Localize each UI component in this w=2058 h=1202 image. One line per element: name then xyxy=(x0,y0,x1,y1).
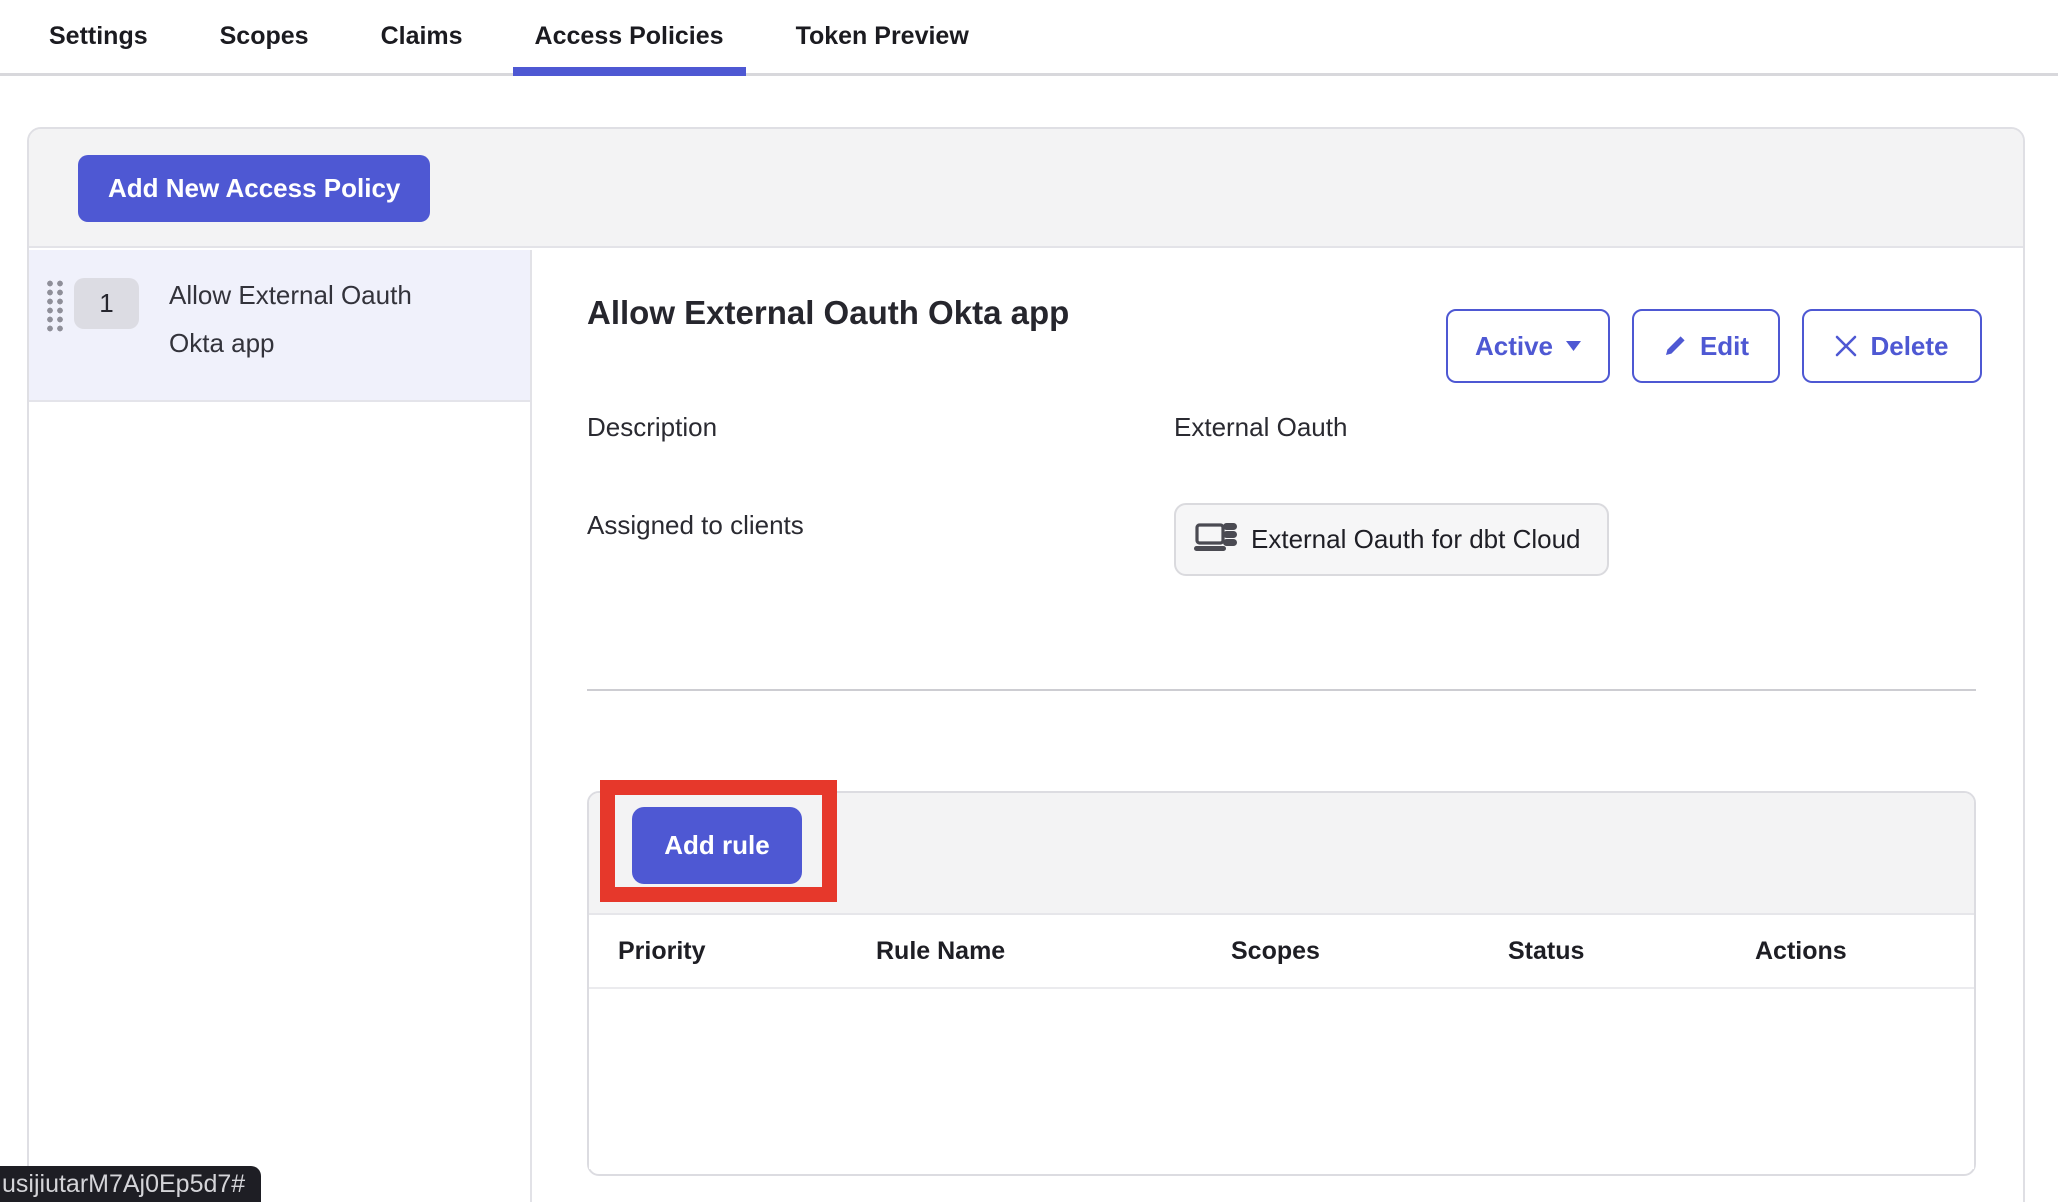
tab-claims[interactable]: Claims xyxy=(381,0,463,73)
close-icon xyxy=(1835,335,1857,357)
delete-button-label: Delete xyxy=(1870,331,1948,362)
rules-table-header-row: Priority Rule Name Scopes Status Actions xyxy=(589,915,1974,989)
column-header-rule-name: Rule Name xyxy=(876,937,1231,966)
policy-detail-title: Allow External Oauth Okta app xyxy=(587,294,1069,332)
tab-settings[interactable]: Settings xyxy=(49,0,148,73)
assigned-to-clients-label: Assigned to clients xyxy=(587,510,804,541)
rules-table-body xyxy=(589,989,1974,1169)
policy-list-item[interactable]: 1 Allow External Oauth Okta app xyxy=(29,250,530,402)
policy-name: Allow External Oauth Okta app xyxy=(169,271,469,367)
column-header-priority: Priority xyxy=(618,937,876,966)
policy-priority-badge: 1 xyxy=(74,278,139,329)
status-url-tooltip: usijiutarM7Aj0Ep5d7# xyxy=(0,1166,261,1202)
tab-scopes[interactable]: Scopes xyxy=(220,0,309,73)
assigned-client-chip[interactable]: External Oauth for dbt Cloud xyxy=(1174,503,1609,576)
drag-handle-icon[interactable] xyxy=(45,279,65,334)
pencil-icon xyxy=(1663,334,1687,358)
description-value: External Oauth xyxy=(1174,412,1347,443)
access-policies-panel: Add New Access Policy 1 Allow External O… xyxy=(27,127,2025,1202)
add-new-access-policy-button[interactable]: Add New Access Policy xyxy=(78,155,430,222)
client-app-icon xyxy=(1194,521,1238,559)
column-header-status: Status xyxy=(1508,937,1755,966)
delete-button[interactable]: Delete xyxy=(1802,309,1982,383)
assigned-client-name: External Oauth for dbt Cloud xyxy=(1251,524,1581,555)
policy-list: 1 Allow External Oauth Okta app xyxy=(29,250,532,1202)
column-header-scopes: Scopes xyxy=(1231,937,1508,966)
edit-button-label: Edit xyxy=(1700,331,1749,362)
chevron-down-icon xyxy=(1566,341,1581,351)
policy-action-buttons: Active Edit Delete xyxy=(1446,309,1982,383)
tab-bar: Settings Scopes Claims Access Policies T… xyxy=(0,0,2058,76)
status-dropdown-button[interactable]: Active xyxy=(1446,309,1610,383)
section-divider xyxy=(587,689,1976,691)
edit-button[interactable]: Edit xyxy=(1632,309,1780,383)
add-rule-button[interactable]: Add rule xyxy=(632,807,802,884)
tab-access-policies[interactable]: Access Policies xyxy=(535,0,724,73)
description-label: Description xyxy=(587,412,717,443)
column-header-actions: Actions xyxy=(1755,937,1974,966)
panel-header: Add New Access Policy xyxy=(29,129,2023,248)
status-dropdown-label: Active xyxy=(1475,331,1553,362)
tab-token-preview[interactable]: Token Preview xyxy=(796,0,969,73)
